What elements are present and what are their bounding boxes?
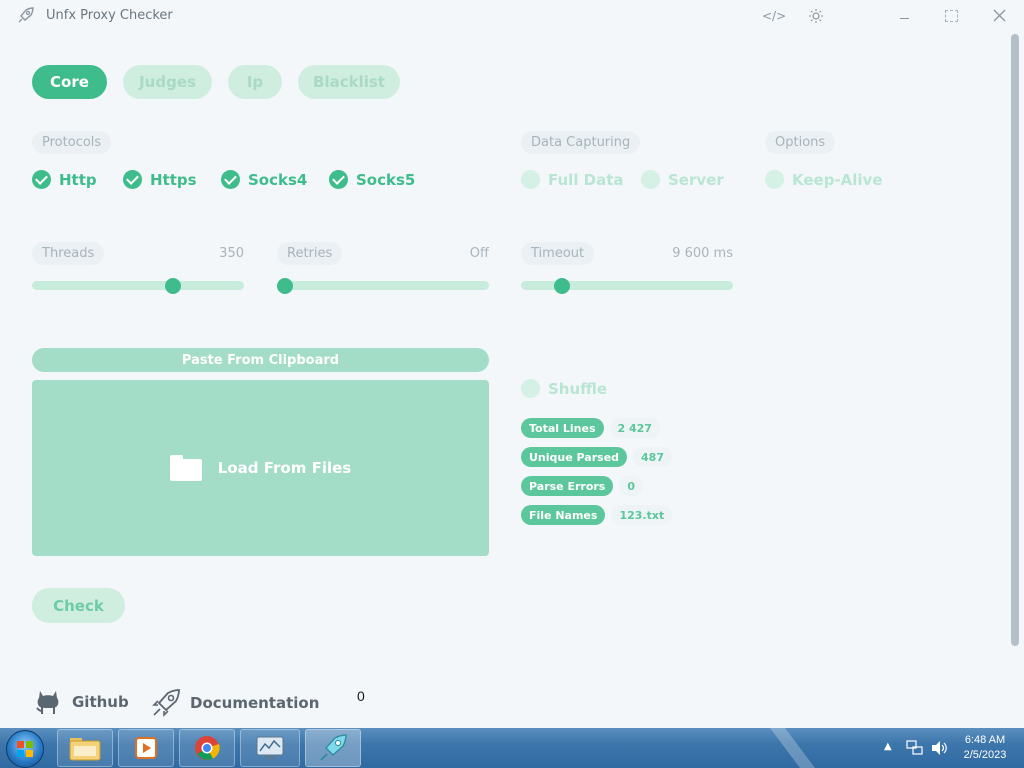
scrollbar-thumb[interactable]	[1011, 34, 1019, 646]
main-panel	[0, 32, 1008, 650]
volume-icon[interactable]	[930, 739, 948, 757]
title-bar: Unfx Proxy Checker </>	[0, 0, 1024, 32]
window-title: Unfx Proxy Checker	[46, 8, 173, 23]
folder-icon	[69, 738, 101, 761]
checkbox-socks5[interactable]: Socks5	[329, 170, 415, 189]
checkbox-full-data[interactable]: Full Data	[521, 170, 624, 189]
timeout-label: Timeout	[521, 242, 595, 265]
checkbox-server-label: Server	[668, 170, 724, 189]
checkbox-circle	[641, 170, 660, 189]
checkbox-socks4[interactable]: Socks4	[221, 170, 307, 189]
documentation-link-label: Documentation	[190, 694, 320, 712]
taskbar-unfx-proxy-checker[interactable]	[305, 729, 361, 767]
taskbar-glare	[770, 728, 815, 768]
taskbar-explorer[interactable]	[57, 729, 113, 767]
stat-row-unique-parsed: Unique Parsed 487	[521, 447, 672, 467]
timeout-slider[interactable]	[521, 281, 733, 290]
check-button[interactable]: Check	[32, 588, 125, 623]
clock-date: 2/5/2023	[963, 749, 1007, 761]
stat-value: 487	[633, 447, 672, 467]
tab-ip[interactable]: Ip	[228, 65, 282, 99]
checkbox-socks4-label: Socks4	[248, 170, 308, 189]
timeout-value: 9 600 ms	[672, 246, 733, 261]
stat-label: Unique Parsed	[521, 447, 628, 467]
taskbar-task-manager[interactable]	[240, 729, 300, 767]
checkbox-http-label: Http	[59, 170, 97, 189]
checkbox-full-data-label: Full Data	[548, 170, 624, 189]
show-hidden-icons-button[interactable]: ▲	[884, 741, 892, 752]
minimize-icon[interactable]	[900, 18, 909, 19]
tab-judges[interactable]: Judges	[123, 65, 212, 99]
rocket-icon	[18, 7, 34, 23]
protocols-label: Protocols	[32, 131, 112, 154]
windows-logo-icon	[17, 741, 33, 757]
stat-label: File Names	[521, 505, 606, 525]
options-label: Options	[765, 131, 836, 154]
stat-row-parse-errors: Parse Errors 0	[521, 476, 644, 496]
taskbar-clock[interactable]: 6:48 AM 2/5/2023	[950, 733, 1020, 763]
load-from-files-dropzone[interactable]: Load From Files	[32, 380, 489, 556]
maximize-icon[interactable]	[945, 10, 958, 22]
retries-label: Retries	[277, 242, 343, 265]
taskbar-chrome[interactable]	[179, 729, 235, 767]
check-icon	[329, 170, 348, 189]
checkbox-http[interactable]: Http	[32, 170, 97, 189]
footer-counter: 0	[357, 688, 365, 704]
checkbox-https-label: Https	[150, 170, 197, 189]
load-from-files-label: Load From Files	[217, 459, 352, 477]
checkbox-keep-alive[interactable]: Keep-Alive	[765, 170, 883, 189]
start-button[interactable]	[6, 730, 44, 768]
checkbox-circle	[765, 170, 784, 189]
checkbox-circle	[521, 379, 540, 398]
documentation-link[interactable]: Documentation	[152, 689, 319, 717]
stat-label: Parse Errors	[521, 476, 614, 496]
threads-label: Threads	[32, 242, 105, 265]
stat-row-total-lines: Total Lines 2 427	[521, 418, 660, 438]
github-link[interactable]: Github	[36, 689, 129, 715]
paste-from-clipboard-button[interactable]: Paste From Clipboard	[32, 348, 489, 372]
code-icon[interactable]: </>	[762, 9, 786, 23]
folder-icon	[169, 455, 202, 481]
checkbox-https[interactable]: Https	[123, 170, 197, 189]
stat-value: 123.txt	[611, 505, 673, 525]
stat-row-file-names: File Names 123.txt	[521, 505, 673, 525]
tab-core[interactable]: Core	[32, 65, 107, 99]
github-link-label: Github	[72, 693, 129, 711]
data-capturing-label: Data Capturing	[521, 131, 641, 154]
threads-value: 350	[219, 246, 244, 261]
checkbox-keep-alive-label: Keep-Alive	[792, 170, 883, 189]
checkbox-shuffle[interactable]: Shuffle	[521, 379, 607, 398]
rocket-icon	[320, 734, 347, 761]
check-icon	[123, 170, 142, 189]
stat-label: Total Lines	[521, 418, 604, 438]
checkbox-socks5-label: Socks5	[356, 170, 416, 189]
retries-value: Off	[469, 246, 489, 261]
checkbox-circle	[521, 170, 540, 189]
monitor-icon	[256, 736, 284, 759]
network-icon[interactable]	[906, 739, 924, 757]
clock-time: 6:48 AM	[964, 734, 1006, 746]
close-icon[interactable]	[993, 9, 1006, 22]
rocket-icon	[152, 689, 180, 717]
tab-blacklist[interactable]: Blacklist	[298, 65, 400, 99]
media-player-icon	[135, 737, 157, 759]
retries-slider-thumb[interactable]	[277, 278, 293, 294]
check-icon	[32, 170, 51, 189]
threads-slider[interactable]	[32, 281, 244, 290]
retries-slider[interactable]	[277, 281, 489, 290]
taskbar-media-player[interactable]	[118, 729, 174, 767]
stat-value: 2 427	[609, 418, 660, 438]
checkbox-server[interactable]: Server	[641, 170, 724, 189]
stat-value: 0	[619, 476, 644, 496]
chrome-icon	[195, 736, 220, 760]
sun-icon[interactable]	[809, 9, 823, 23]
check-icon	[221, 170, 240, 189]
github-icon	[36, 691, 59, 714]
checkbox-shuffle-label: Shuffle	[548, 379, 608, 398]
